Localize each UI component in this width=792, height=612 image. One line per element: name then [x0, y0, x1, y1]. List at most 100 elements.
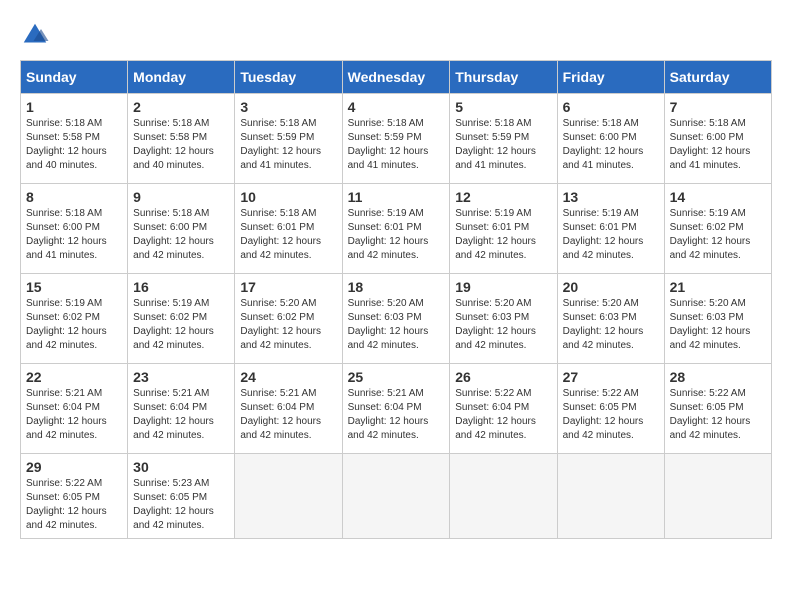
- calendar-cell: 9 Sunrise: 5:18 AMSunset: 6:00 PMDayligh…: [128, 184, 235, 274]
- calendar-cell: [664, 454, 771, 539]
- calendar-row: 8 Sunrise: 5:18 AMSunset: 6:00 PMDayligh…: [21, 184, 772, 274]
- calendar-cell: 1 Sunrise: 5:18 AMSunset: 5:58 PMDayligh…: [21, 94, 128, 184]
- day-info: Sunrise: 5:19 AMSunset: 6:01 PMDaylight:…: [455, 207, 551, 263]
- calendar-cell: 7 Sunrise: 5:18 AMSunset: 6:00 PMDayligh…: [664, 94, 771, 184]
- calendar-cell: [450, 454, 557, 539]
- calendar-cell: 2 Sunrise: 5:18 AMSunset: 5:58 PMDayligh…: [128, 94, 235, 184]
- day-number: 17: [240, 279, 336, 295]
- day-number: 16: [133, 279, 229, 295]
- calendar-cell: 15 Sunrise: 5:19 AMSunset: 6:02 PMDaylig…: [21, 274, 128, 364]
- day-info: Sunrise: 5:18 AMSunset: 6:00 PMDaylight:…: [26, 207, 122, 263]
- day-info: Sunrise: 5:18 AMSunset: 6:00 PMDaylight:…: [563, 117, 659, 173]
- day-info: Sunrise: 5:22 AMSunset: 6:05 PMDaylight:…: [670, 387, 766, 443]
- day-number: 9: [133, 189, 229, 205]
- day-number: 1: [26, 99, 122, 115]
- calendar-cell: 12 Sunrise: 5:19 AMSunset: 6:01 PMDaylig…: [450, 184, 557, 274]
- page-header: [20, 20, 772, 50]
- day-info: Sunrise: 5:22 AMSunset: 6:05 PMDaylight:…: [563, 387, 659, 443]
- calendar-cell: 8 Sunrise: 5:18 AMSunset: 6:00 PMDayligh…: [21, 184, 128, 274]
- calendar-row: 1 Sunrise: 5:18 AMSunset: 5:58 PMDayligh…: [21, 94, 772, 184]
- day-number: 19: [455, 279, 551, 295]
- calendar-header-row: SundayMondayTuesdayWednesdayThursdayFrid…: [21, 61, 772, 94]
- calendar-cell: 27 Sunrise: 5:22 AMSunset: 6:05 PMDaylig…: [557, 364, 664, 454]
- day-header-monday: Monday: [128, 61, 235, 94]
- calendar-cell: 21 Sunrise: 5:20 AMSunset: 6:03 PMDaylig…: [664, 274, 771, 364]
- day-number: 3: [240, 99, 336, 115]
- calendar-cell: 16 Sunrise: 5:19 AMSunset: 6:02 PMDaylig…: [128, 274, 235, 364]
- day-info: Sunrise: 5:18 AMSunset: 6:00 PMDaylight:…: [670, 117, 766, 173]
- calendar-row: 22 Sunrise: 5:21 AMSunset: 6:04 PMDaylig…: [21, 364, 772, 454]
- day-info: Sunrise: 5:23 AMSunset: 6:05 PMDaylight:…: [133, 477, 229, 533]
- day-info: Sunrise: 5:18 AMSunset: 5:59 PMDaylight:…: [455, 117, 551, 173]
- day-number: 26: [455, 369, 551, 385]
- calendar-cell: 13 Sunrise: 5:19 AMSunset: 6:01 PMDaylig…: [557, 184, 664, 274]
- day-number: 12: [455, 189, 551, 205]
- day-number: 18: [348, 279, 445, 295]
- calendar-cell: 22 Sunrise: 5:21 AMSunset: 6:04 PMDaylig…: [21, 364, 128, 454]
- calendar-cell: [557, 454, 664, 539]
- day-info: Sunrise: 5:22 AMSunset: 6:05 PMDaylight:…: [26, 477, 122, 533]
- day-number: 2: [133, 99, 229, 115]
- day-info: Sunrise: 5:18 AMSunset: 6:01 PMDaylight:…: [240, 207, 336, 263]
- day-number: 28: [670, 369, 766, 385]
- calendar-cell: 18 Sunrise: 5:20 AMSunset: 6:03 PMDaylig…: [342, 274, 450, 364]
- day-info: Sunrise: 5:22 AMSunset: 6:04 PMDaylight:…: [455, 387, 551, 443]
- calendar-cell: 14 Sunrise: 5:19 AMSunset: 6:02 PMDaylig…: [664, 184, 771, 274]
- day-header-wednesday: Wednesday: [342, 61, 450, 94]
- day-number: 22: [26, 369, 122, 385]
- calendar-cell: 5 Sunrise: 5:18 AMSunset: 5:59 PMDayligh…: [450, 94, 557, 184]
- day-number: 8: [26, 189, 122, 205]
- day-info: Sunrise: 5:21 AMSunset: 6:04 PMDaylight:…: [26, 387, 122, 443]
- day-header-tuesday: Tuesday: [235, 61, 342, 94]
- calendar-cell: 3 Sunrise: 5:18 AMSunset: 5:59 PMDayligh…: [235, 94, 342, 184]
- calendar-cell: 23 Sunrise: 5:21 AMSunset: 6:04 PMDaylig…: [128, 364, 235, 454]
- day-number: 13: [563, 189, 659, 205]
- day-number: 24: [240, 369, 336, 385]
- day-number: 6: [563, 99, 659, 115]
- day-header-saturday: Saturday: [664, 61, 771, 94]
- calendar-cell: 26 Sunrise: 5:22 AMSunset: 6:04 PMDaylig…: [450, 364, 557, 454]
- day-number: 11: [348, 189, 445, 205]
- day-info: Sunrise: 5:19 AMSunset: 6:02 PMDaylight:…: [26, 297, 122, 353]
- day-number: 5: [455, 99, 551, 115]
- day-number: 23: [133, 369, 229, 385]
- day-info: Sunrise: 5:19 AMSunset: 6:02 PMDaylight:…: [133, 297, 229, 353]
- day-number: 21: [670, 279, 766, 295]
- day-header-friday: Friday: [557, 61, 664, 94]
- calendar-cell: 11 Sunrise: 5:19 AMSunset: 6:01 PMDaylig…: [342, 184, 450, 274]
- calendar-row: 29 Sunrise: 5:22 AMSunset: 6:05 PMDaylig…: [21, 454, 772, 539]
- calendar-cell: 25 Sunrise: 5:21 AMSunset: 6:04 PMDaylig…: [342, 364, 450, 454]
- day-info: Sunrise: 5:19 AMSunset: 6:01 PMDaylight:…: [563, 207, 659, 263]
- calendar-cell: 28 Sunrise: 5:22 AMSunset: 6:05 PMDaylig…: [664, 364, 771, 454]
- day-number: 29: [26, 459, 122, 475]
- calendar-cell: 20 Sunrise: 5:20 AMSunset: 6:03 PMDaylig…: [557, 274, 664, 364]
- day-info: Sunrise: 5:21 AMSunset: 6:04 PMDaylight:…: [240, 387, 336, 443]
- day-number: 20: [563, 279, 659, 295]
- calendar-cell: 17 Sunrise: 5:20 AMSunset: 6:02 PMDaylig…: [235, 274, 342, 364]
- day-info: Sunrise: 5:20 AMSunset: 6:02 PMDaylight:…: [240, 297, 336, 353]
- calendar-cell: [342, 454, 450, 539]
- day-info: Sunrise: 5:21 AMSunset: 6:04 PMDaylight:…: [348, 387, 445, 443]
- day-number: 14: [670, 189, 766, 205]
- calendar-cell: 4 Sunrise: 5:18 AMSunset: 5:59 PMDayligh…: [342, 94, 450, 184]
- day-info: Sunrise: 5:20 AMSunset: 6:03 PMDaylight:…: [670, 297, 766, 353]
- day-info: Sunrise: 5:20 AMSunset: 6:03 PMDaylight:…: [455, 297, 551, 353]
- day-number: 10: [240, 189, 336, 205]
- calendar-cell: 29 Sunrise: 5:22 AMSunset: 6:05 PMDaylig…: [21, 454, 128, 539]
- calendar-cell: 19 Sunrise: 5:20 AMSunset: 6:03 PMDaylig…: [450, 274, 557, 364]
- day-info: Sunrise: 5:21 AMSunset: 6:04 PMDaylight:…: [133, 387, 229, 443]
- day-info: Sunrise: 5:18 AMSunset: 6:00 PMDaylight:…: [133, 207, 229, 263]
- day-number: 27: [563, 369, 659, 385]
- day-info: Sunrise: 5:20 AMSunset: 6:03 PMDaylight:…: [563, 297, 659, 353]
- day-header-thursday: Thursday: [450, 61, 557, 94]
- calendar-cell: 10 Sunrise: 5:18 AMSunset: 6:01 PMDaylig…: [235, 184, 342, 274]
- day-number: 15: [26, 279, 122, 295]
- day-number: 4: [348, 99, 445, 115]
- day-info: Sunrise: 5:19 AMSunset: 6:01 PMDaylight:…: [348, 207, 445, 263]
- day-info: Sunrise: 5:18 AMSunset: 5:59 PMDaylight:…: [240, 117, 336, 173]
- day-header-sunday: Sunday: [21, 61, 128, 94]
- day-info: Sunrise: 5:19 AMSunset: 6:02 PMDaylight:…: [670, 207, 766, 263]
- calendar-row: 15 Sunrise: 5:19 AMSunset: 6:02 PMDaylig…: [21, 274, 772, 364]
- logo-icon: [20, 20, 50, 50]
- day-info: Sunrise: 5:18 AMSunset: 5:58 PMDaylight:…: [26, 117, 122, 173]
